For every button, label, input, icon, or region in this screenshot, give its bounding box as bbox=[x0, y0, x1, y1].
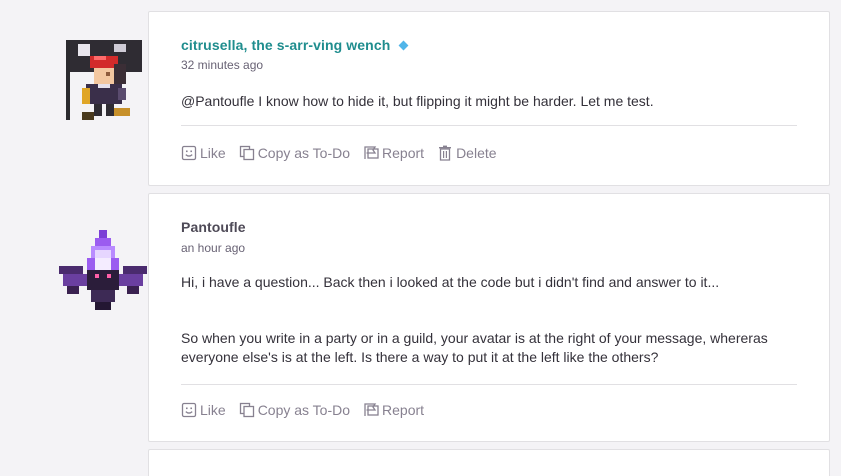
copy-icon bbox=[239, 402, 254, 418]
delete-label: Delete bbox=[456, 145, 497, 161]
report-icon bbox=[364, 403, 379, 416]
avatar-citrusella[interactable] bbox=[58, 32, 154, 128]
copy-todo-label: Copy as To-Do bbox=[257, 145, 351, 161]
like-icon bbox=[181, 402, 197, 418]
report-button[interactable]: Report bbox=[363, 402, 424, 418]
chat-feed: citrusella, the s-arr-ving wench 32 minu… bbox=[0, 0, 841, 476]
message-text: So when you write in a party or in a gui… bbox=[181, 330, 768, 365]
report-label: Report bbox=[382, 145, 425, 161]
message-actions: Like Copy as To-Do Report bbox=[181, 145, 510, 161]
report-label: Report bbox=[382, 402, 425, 418]
timestamp: an hour ago bbox=[181, 241, 246, 255]
author-name-text: citrusella, the s-arr-ving wench bbox=[181, 37, 391, 53]
like-label: Like bbox=[200, 402, 226, 418]
message-actions: Like Copy as To-Do Report bbox=[181, 402, 437, 418]
message-text: @Pantoufle I know how to hide it, but fl… bbox=[181, 93, 654, 109]
like-icon bbox=[181, 145, 197, 161]
timestamp: 32 minutes ago bbox=[181, 58, 264, 72]
report-icon bbox=[364, 146, 379, 159]
report-button[interactable]: Report bbox=[363, 145, 424, 161]
divider bbox=[181, 384, 797, 385]
like-label: Like bbox=[200, 145, 226, 161]
author-name[interactable]: citrusella, the s-arr-ving wench bbox=[181, 37, 409, 53]
delete-button[interactable]: Delete bbox=[437, 145, 497, 161]
copy-todo-button[interactable]: Copy as To-Do bbox=[239, 402, 350, 418]
message-text: Hi, i have a question... Back then i loo… bbox=[181, 274, 720, 290]
copy-todo-label: Copy as To-Do bbox=[257, 402, 351, 418]
delete-icon bbox=[439, 145, 452, 161]
message-card: Pantoufle an hour ago Hi, i have a quest… bbox=[148, 193, 830, 442]
like-button[interactable]: Like bbox=[181, 402, 226, 418]
divider bbox=[181, 125, 797, 126]
copy-icon bbox=[239, 145, 254, 161]
author-name[interactable]: Pantoufle bbox=[181, 219, 246, 235]
copy-todo-button[interactable]: Copy as To-Do bbox=[239, 145, 350, 161]
message-card: citrusella, the s-arr-ving wench 32 minu… bbox=[148, 11, 830, 186]
avatar-pantoufle[interactable] bbox=[55, 226, 151, 322]
message-card-partial bbox=[148, 449, 830, 476]
like-button[interactable]: Like bbox=[181, 145, 226, 161]
badge-icon bbox=[398, 40, 409, 51]
